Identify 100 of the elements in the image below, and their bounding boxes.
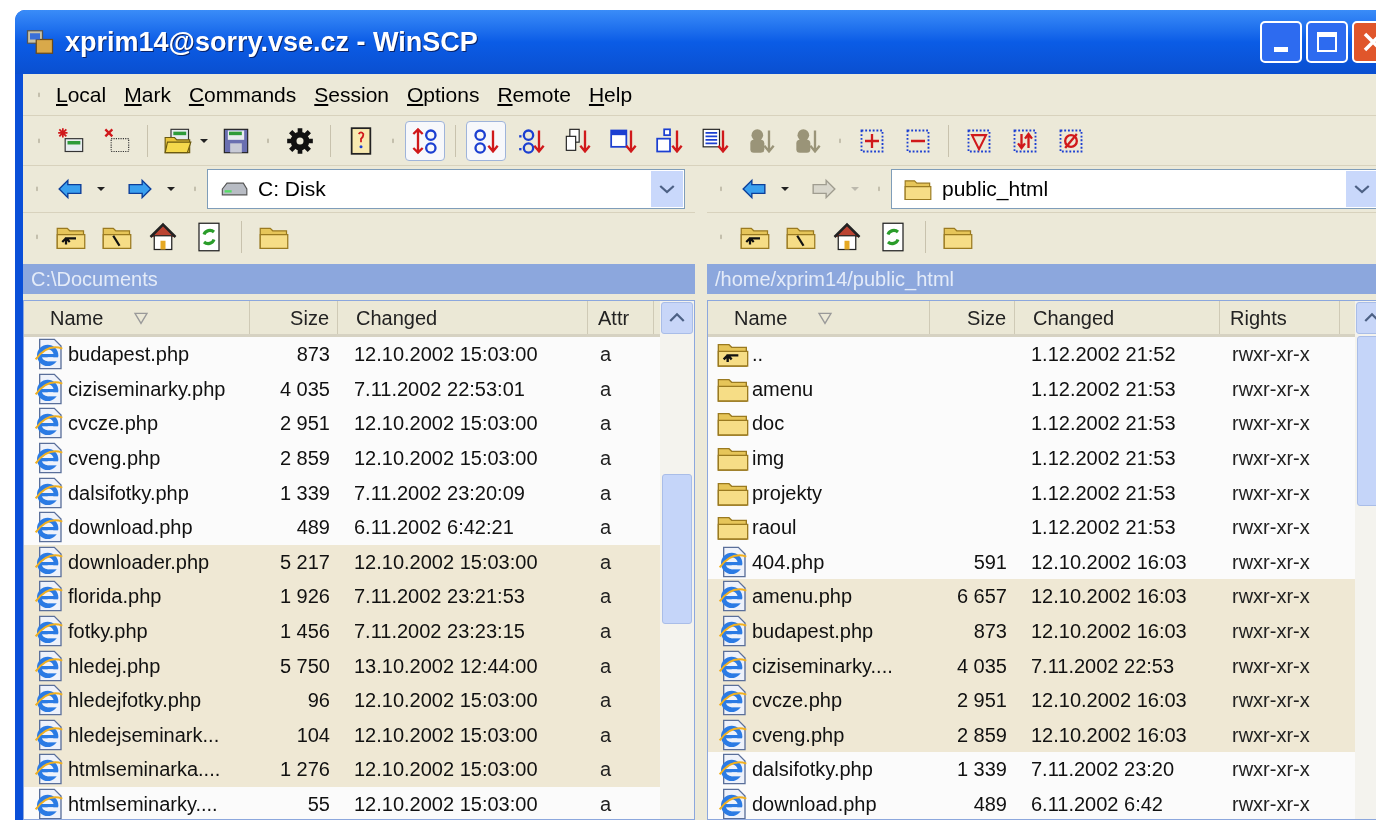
menu-item[interactable]: Help	[581, 78, 640, 111]
maximize-icon	[1315, 30, 1339, 54]
file-row[interactable]: hledej.php 5 750 13.10.2002 12:44:00 a	[24, 648, 660, 683]
menu-item[interactable]: Session	[307, 78, 396, 111]
location-dropdown[interactable]: C: Disk	[207, 169, 685, 209]
file-size: 873	[296, 342, 330, 368]
file-size: 5 750	[279, 653, 330, 679]
file-size: 2 951	[279, 411, 330, 437]
file-name: img	[752, 446, 785, 472]
permissions: rwxr-xr-x	[1232, 689, 1310, 712]
file-row[interactable]: amenu.php 6 657 12.10.2002 16:03 rwxr-xr-x	[708, 579, 1355, 614]
file-name: cvcze.php	[68, 411, 159, 437]
file-row[interactable]: budapest.php 873 12.10.2002 16:03 rwxr-xr-x	[708, 613, 1355, 649]
file-row[interactable]: cvcze.php 2 951 12.10.2002 16:03 rwxr-xr-x	[708, 682, 1355, 718]
file-name: dalsifotky.php	[752, 757, 873, 783]
file-name: hledejfotky.php	[68, 688, 202, 714]
file-row[interactable]: florida.php 1 926 7.11.2002 23:21:53 a	[24, 579, 660, 614]
minimize-button[interactable]	[1260, 21, 1302, 63]
file-row[interactable]: .. 1.12.2002 21:52 rwxr-xr-x	[708, 337, 1355, 372]
file-row[interactable]: cveng.php 2 859 12.10.2002 15:03:00 a	[24, 440, 660, 476]
file-size: 5 217	[279, 549, 330, 575]
file-size: 1 339	[956, 757, 1007, 783]
column-header[interactable]: Changed	[338, 301, 588, 334]
menu-item[interactable]: Local	[49, 78, 114, 111]
permissions: rwxr-xr-x	[1232, 585, 1310, 608]
file-row[interactable]: cveng.php 2 859 12.10.2002 16:03 rwxr-xr-x	[708, 717, 1355, 753]
file-row[interactable]: fotky.php 1 456 7.11.2002 23:23:15 a	[24, 613, 660, 649]
file-name: ciziseminarky....	[752, 653, 893, 679]
column-header[interactable]: Name	[708, 301, 930, 334]
column-header[interactable]: Name	[24, 301, 250, 334]
dropdown-button[interactable]	[1346, 171, 1376, 207]
file-name: download.php	[68, 515, 193, 541]
scrollbar[interactable]	[660, 301, 694, 819]
file-name: cveng.php	[752, 722, 845, 748]
file-row[interactable]: cvcze.php 2 951 12.10.2002 15:03:00 a	[24, 406, 660, 441]
attributes: a	[600, 377, 612, 400]
modified-date: 7.11.2002 22:53	[1031, 654, 1175, 677]
file-name: downloader.php	[68, 549, 210, 575]
file-size: 489	[973, 792, 1007, 817]
column-header[interactable]: Size	[930, 301, 1015, 334]
file-row[interactable]: doc 1.12.2002 21:53 rwxr-xr-x	[708, 406, 1355, 441]
column-header[interactable]: Rights	[1220, 301, 1340, 334]
permissions: rwxr-xr-x	[1232, 654, 1310, 677]
permissions: rwxr-xr-x	[1232, 723, 1310, 746]
file-row[interactable]: hledejfotky.php 96 12.10.2002 15:03:00 a	[24, 682, 660, 718]
modified-date: 12.10.2002 15:03:00	[354, 447, 538, 470]
modified-date: 6.11.2002 6:42	[1031, 793, 1163, 815]
file-row[interactable]: download.php 489 6.11.2002 6:42:21 a	[24, 509, 660, 545]
file-size: 591	[973, 549, 1007, 575]
attributes: a	[600, 516, 612, 539]
location-dropdown[interactable]: public_html	[891, 169, 1376, 209]
scroll-up-button[interactable]	[661, 302, 693, 334]
file-row[interactable]: htmlseminarky.... 55 12.10.2002 15:03:00 a	[24, 786, 660, 819]
file-size: 4 035	[279, 376, 330, 402]
file-row[interactable]: ciziseminarky.... 4 035 7.11.2002 22:53 rwxr-xr-x	[708, 648, 1355, 683]
modified-date: 7.11.2002 22:53:01	[354, 377, 525, 400]
attributes: a	[600, 447, 612, 470]
file-size: 2 951	[956, 688, 1007, 714]
permissions: rwxr-xr-x	[1232, 412, 1310, 435]
menu-item[interactable]: Options	[400, 78, 487, 111]
sort-by-name-icon	[472, 126, 500, 155]
home-icon	[148, 221, 178, 252]
file-row[interactable]: dalsifotky.php 1 339 7.11.2002 23:20 rwxr-xr-x	[708, 752, 1355, 787]
scroll-thumb[interactable]	[662, 474, 692, 624]
file-row[interactable]: projekty 1.12.2002 21:53 rwxr-xr-x	[708, 475, 1355, 510]
modified-date: 12.10.2002 15:03:00	[354, 343, 538, 366]
modified-date: 7.11.2002 23:23:15	[354, 620, 525, 643]
column-header[interactable]: Size	[250, 301, 338, 334]
file-row[interactable]: budapest.php 873 12.10.2002 15:03:00 a	[24, 337, 660, 372]
toolbar-button[interactable]	[405, 120, 445, 161]
file-name: hledej.php	[68, 653, 161, 679]
attributes: a	[600, 550, 612, 573]
folder-icon	[164, 126, 192, 155]
dropdown-button[interactable]	[651, 171, 683, 207]
file-name: budapest.php	[68, 342, 190, 368]
file-name: doc	[752, 411, 785, 437]
file-size: 2 859	[956, 722, 1007, 748]
file-row[interactable]: ciziseminarky.php 4 035 7.11.2002 22:53:01 a	[24, 371, 660, 407]
file-row[interactable]: hledejseminark... 104 12.10.2002 15:03:00 a	[24, 717, 660, 753]
attributes: a	[600, 793, 612, 815]
toolbar-button[interactable]	[466, 120, 506, 161]
file-row[interactable]: htmlseminarka.... 1 276 12.10.2002 15:03:00 a	[24, 752, 660, 787]
menu-item[interactable]: Mark	[117, 78, 178, 111]
attributes: a	[600, 723, 612, 746]
file-row[interactable]: download.php 489 6.11.2002 6:42 rwxr-xr-x	[708, 786, 1355, 819]
file-row[interactable]: 404.php 591 12.10.2002 16:03 rwxr-xr-x	[708, 544, 1355, 580]
file-row[interactable]: dalsifotky.php 1 339 7.11.2002 23:20:09 a	[24, 475, 660, 510]
file-row[interactable]: raoul 1.12.2002 21:53 rwxr-xr-x	[708, 509, 1355, 545]
maximize-button[interactable]	[1306, 21, 1348, 63]
sort-by-extension-icon	[518, 126, 546, 155]
modified-date: 7.11.2002 23:20	[1031, 758, 1175, 781]
menu-item[interactable]: Remote	[490, 78, 578, 111]
file-size: 873	[973, 619, 1007, 645]
file-size: 2 859	[279, 446, 330, 472]
menu-item[interactable]: Commands	[181, 78, 304, 111]
file-row[interactable]: img 1.12.2002 21:53 rwxr-xr-x	[708, 440, 1355, 476]
file-row[interactable]: downloader.php 5 217 12.10.2002 15:03:00 a	[24, 544, 660, 580]
file-row[interactable]: amenu 1.12.2002 21:53 rwxr-xr-x	[708, 371, 1355, 407]
column-header[interactable]: Attr	[588, 301, 654, 334]
column-header[interactable]: Changed	[1015, 301, 1220, 334]
